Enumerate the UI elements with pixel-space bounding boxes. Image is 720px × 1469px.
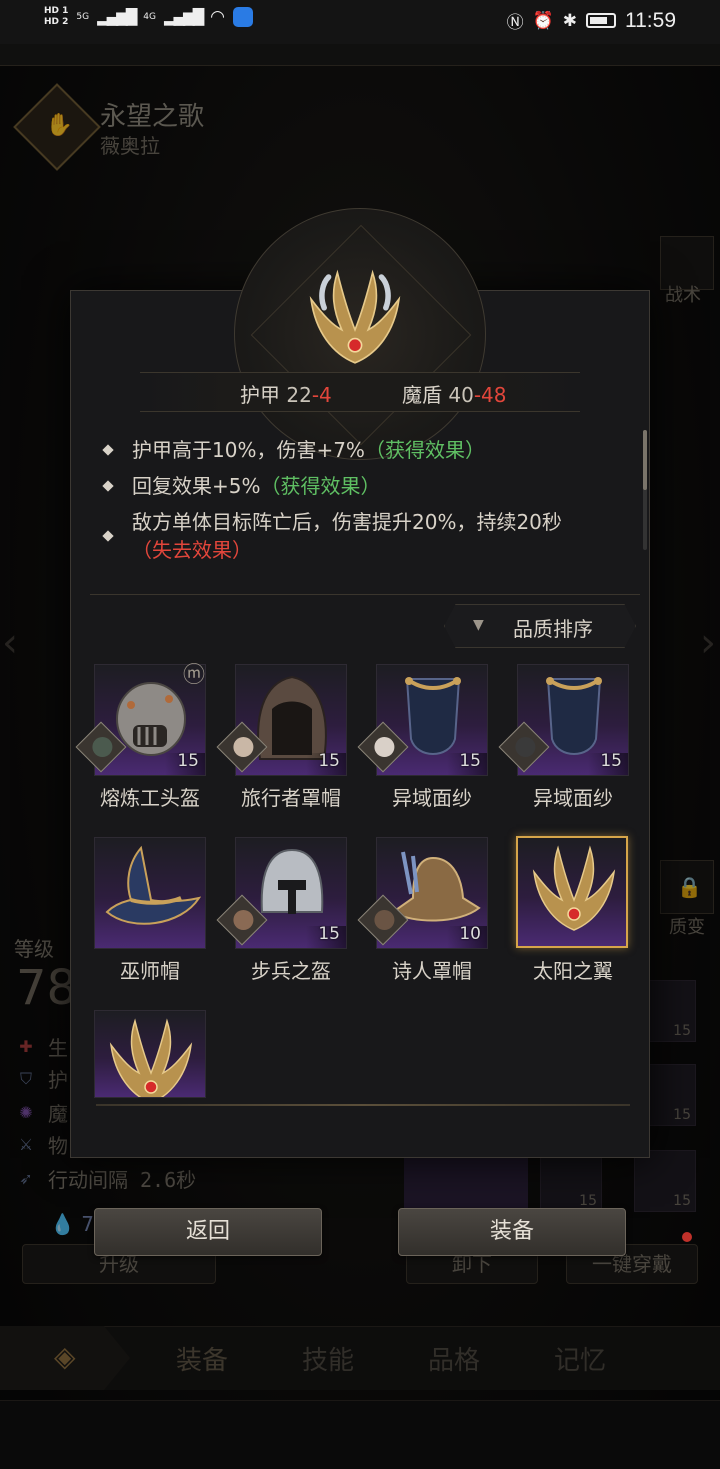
diamond-bullet-icon [102,480,114,492]
magic-shield-stat: 魔盾 40-48 [402,383,507,407]
effect-item: 敌方单体目标阵亡后，伤害提升20%，持续20秒 （失去效果） [100,508,640,564]
hd-indicator: HD 1 HD 2 [44,6,69,27]
equip-button[interactable]: 装备 [398,1208,626,1256]
item-name: 诗人罩帽 [392,959,472,983]
wizard-hat-icon [105,845,201,925]
sun-wings-icon [109,1018,193,1097]
notification-dot [682,1232,692,1242]
back-button[interactable]: 返回 [94,1208,322,1256]
network-indicators: HD 1 HD 2 5G ▂▄▆█ 4G ▂▄▆█ ◠ [44,6,253,28]
item-name: 异域面纱 [533,786,613,810]
app-notification-icon [232,7,253,27]
nfc-icon: Ⓝ [506,13,524,33]
armor-delta: -4 [311,383,332,407]
signal-5g-label: 5G [76,12,90,22]
battery-icon [586,13,616,28]
item-slot[interactable] [94,837,206,949]
item-level: 15 [318,924,340,944]
item-name: 太阳之翼 [533,959,613,983]
sort-label: 品质排序 [513,617,593,641]
grid-bottom-divider [96,1104,630,1106]
sun-wings-icon [532,845,616,931]
dropdown-triangle-icon: ▼ [473,617,484,633]
signal-bars-icon: ▂▄▆█ [97,8,137,26]
section-divider [90,594,640,595]
item-slot[interactable]: ⓜ 15 [75,663,206,776]
item-level: 15 [459,751,481,771]
effect-item: 护甲高于10%，伤害+7%（获得效果） [100,436,640,464]
item-level: 15 [177,751,199,771]
item-slot[interactable]: 15 [498,664,629,776]
system-indicators: Ⓝ ⏰ ✱ 11:59 [506,8,676,34]
signal-bars-icon: ▂▄▆█ [163,8,204,26]
signal-4g-label: 4G [143,12,156,22]
diamond-bullet-icon [102,444,114,456]
clock: 11:59 [625,8,676,32]
effects-list[interactable]: 护甲高于10%，伤害+7%（获得效果） 回复效果+5%（获得效果） 敌方单体目标… [100,436,640,576]
item-name: 巫师帽 [120,959,180,983]
item-level: 10 [459,924,481,944]
armor-stat: 护甲 22-4 [240,383,332,407]
alarm-icon: ⏰ [532,10,554,31]
item-slot[interactable] [94,1010,206,1098]
diamond-bullet-icon [102,530,114,542]
item-name: 熔炼工头盔 [100,786,200,810]
item-slot[interactable]: 15 [216,664,347,776]
item-slot[interactable]: 15 [216,837,347,949]
effects-scrollbar-thumb[interactable] [643,430,647,490]
item-name: 步兵之盔 [251,959,331,983]
item-name: 旅行者罩帽 [241,786,341,810]
bluetooth-icon: ✱ [562,10,577,31]
effect-item: 回复效果+5%（获得效果） [100,472,640,500]
wifi-icon: ◠ [210,7,225,27]
item-level: 15 [600,751,622,771]
sun-wings-icon [309,269,401,364]
magic-shield-delta: -48 [473,383,507,407]
item-name: 异域面纱 [392,786,472,810]
item-slot[interactable]: 10 [357,837,488,949]
item-stats-bar: 护甲 22-4 魔盾 40-48 [140,372,580,412]
item-slot-selected[interactable] [516,836,628,948]
status-bar: HD 1 HD 2 5G ▂▄▆█ 4G ▂▄▆█ ◠ Ⓝ ⏰ ✱ 11:59 [0,0,720,44]
item-slot[interactable]: 15 [357,664,488,776]
item-level: 15 [318,751,340,771]
equipped-badge-icon: ⓜ [183,663,206,688]
quality-sort-button[interactable]: ▼ 品质排序 [444,604,636,648]
